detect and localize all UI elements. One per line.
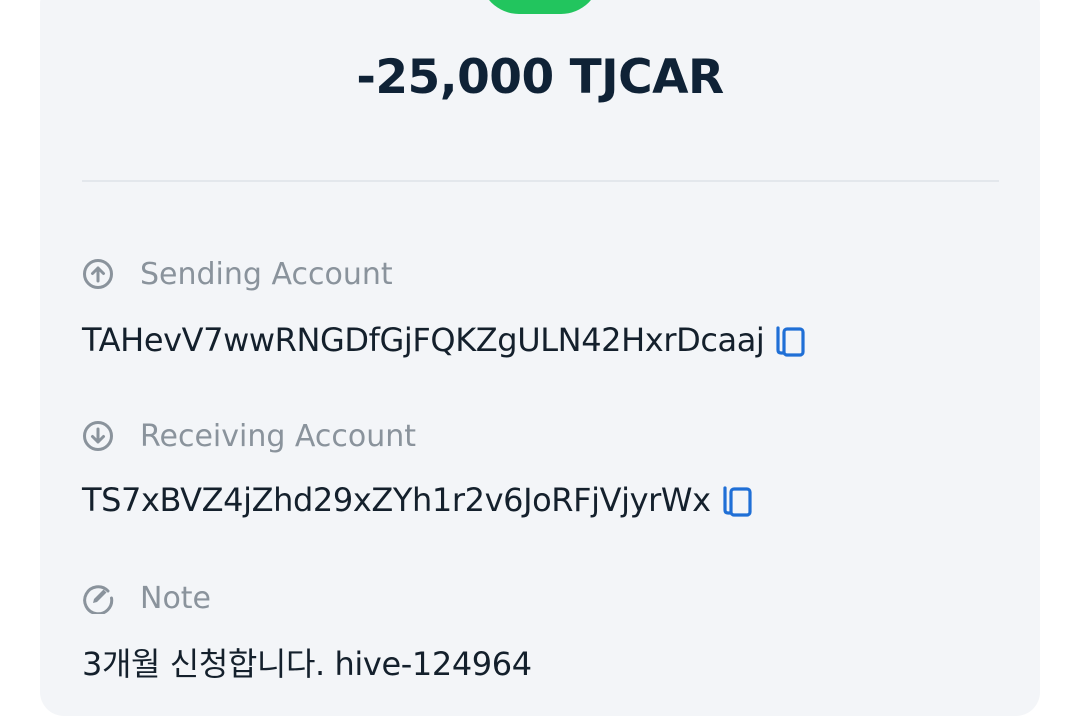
note-label-row: Note bbox=[82, 580, 211, 616]
edit-circle-icon bbox=[82, 582, 114, 614]
transaction-amount: -25,000 TJCAR bbox=[356, 50, 724, 105]
sending-account-label-row: Sending Account bbox=[82, 256, 393, 292]
sending-account-label: Sending Account bbox=[140, 256, 393, 292]
note-text: 3개월 신청합니다. hive-124964 bbox=[82, 645, 532, 683]
note-row: 3개월 신청합니다. hive-124964 bbox=[82, 640, 532, 684]
copy-icon[interactable] bbox=[774, 321, 808, 359]
copy-icon[interactable] bbox=[721, 481, 755, 519]
receiving-account-address: TS7xBVZ4jZhd29xZYh1r2v6JoRFjVjyrWx bbox=[82, 481, 711, 519]
arrow-down-circle-icon bbox=[82, 420, 114, 452]
receiving-account-label: Receiving Account bbox=[140, 418, 417, 454]
sending-account-row: TAHevV7wwRNGDfGjFQKZgULN42HxrDcaaj bbox=[82, 318, 808, 362]
arrow-up-circle-icon bbox=[82, 258, 114, 290]
divider bbox=[82, 180, 999, 182]
receiving-account-row: TS7xBVZ4jZhd29xZYh1r2v6JoRFjVjyrWx bbox=[82, 478, 755, 522]
receiving-account-label-row: Receiving Account bbox=[82, 418, 416, 454]
sending-account-address: TAHevV7wwRNGDfGjFQKZgULN42HxrDcaaj bbox=[82, 321, 765, 359]
note-label: Note bbox=[140, 580, 212, 616]
